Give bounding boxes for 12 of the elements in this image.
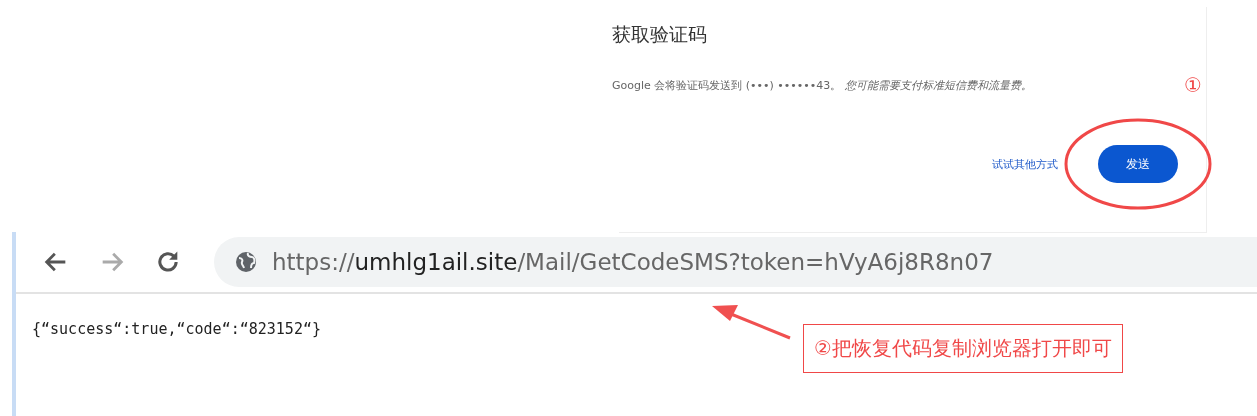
url-scheme: https:// — [272, 249, 355, 275]
callout-note: ②把恢复代码复制浏览器打开即可 — [803, 324, 1123, 373]
response-text: {“success“:true,“code“:“823152“} — [32, 320, 321, 338]
dialog-message: Google 会将验证码发送到 (•••) ••••••43。 您可能需要支付标准短信费和流量费。 — [612, 78, 1032, 93]
address-bar[interactable]: https://umhlg1ail.site/Mail/GetCodeSMS?token=hVyA6j8R8n07 — [214, 237, 1257, 287]
step-marker: ① — [1184, 73, 1202, 97]
globe-icon — [234, 250, 258, 274]
try-other-way-link[interactable]: 试试其他方式 — [992, 156, 1058, 172]
url-path: /Mail/GetCodeSMS?token=hVyA6j8R8n07 — [517, 249, 994, 275]
send-button[interactable]: 发送 — [1098, 145, 1178, 183]
url-host: umhlg1ail.site — [354, 249, 518, 275]
dialog-title: 获取验证码 — [612, 22, 708, 47]
